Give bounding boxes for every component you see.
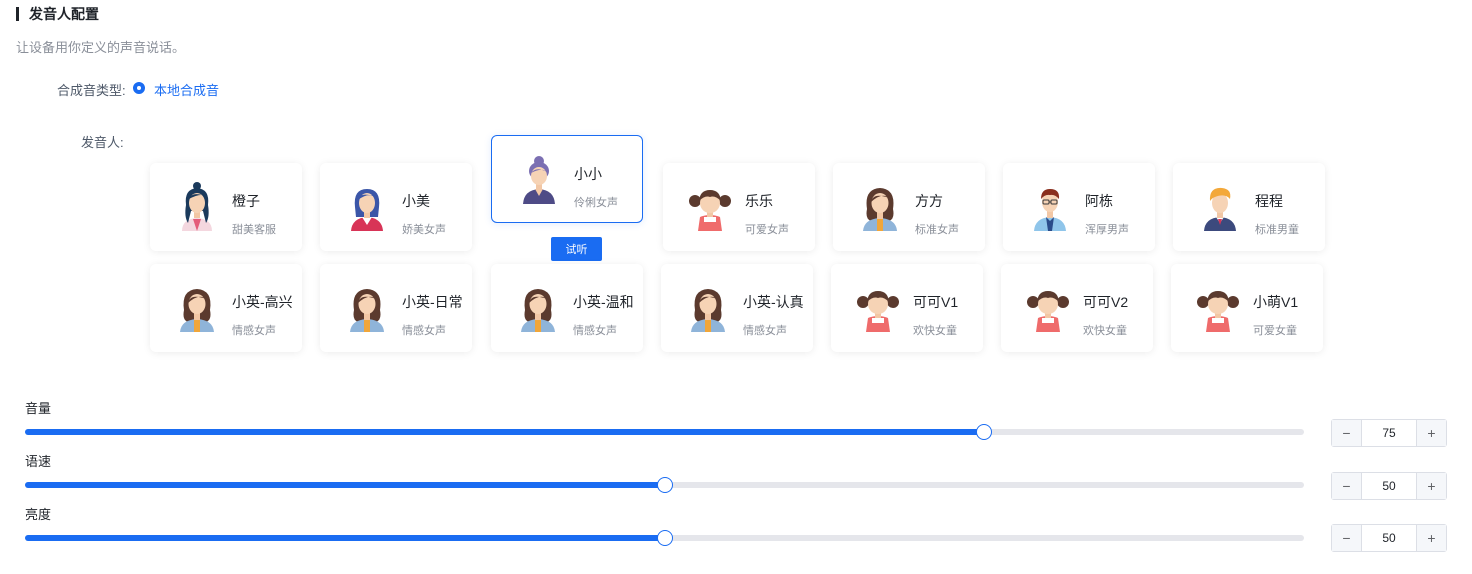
section-title: 发音人配置 bbox=[16, 5, 99, 23]
voice-card-xiaoying-daily[interactable]: 小英-日常 情感女声 bbox=[320, 264, 472, 352]
page-subtitle: 让设备用你定义的声音说话。 bbox=[16, 40, 186, 55]
speed-decrease-button[interactable]: − bbox=[1332, 473, 1362, 499]
voice-desc: 伶俐女声 bbox=[574, 197, 618, 209]
voice-card-xiaoying-gentle[interactable]: 小英-温和 情感女声 bbox=[491, 264, 643, 352]
voice-card-keke-v2[interactable]: 可可V2 欢快女童 bbox=[1001, 264, 1153, 352]
voice-desc: 情感女声 bbox=[402, 325, 446, 337]
voice-desc: 标准男童 bbox=[1255, 224, 1299, 236]
brightness-slider-fill bbox=[25, 535, 665, 541]
volume-stepper[interactable]: − + bbox=[1331, 419, 1447, 447]
voice-desc: 标准女声 bbox=[915, 224, 959, 236]
voice-name: 小小 bbox=[574, 166, 602, 182]
voice-name: 小萌V1 bbox=[1253, 294, 1299, 310]
voice-desc: 情感女声 bbox=[232, 325, 276, 337]
voice-desc: 甜美客服 bbox=[232, 224, 276, 236]
voice-desc: 娇美女声 bbox=[402, 224, 446, 236]
woman-brown-hair-avatar bbox=[172, 282, 222, 332]
volume-slider-handle[interactable] bbox=[976, 424, 993, 440]
voice-name: 小英-温和 bbox=[573, 294, 634, 310]
volume-slider-fill bbox=[25, 429, 985, 435]
speaker-label: 发音人: bbox=[81, 135, 124, 150]
woman-brown-hair-avatar bbox=[342, 282, 392, 332]
voice-card-chengcheng[interactable]: 程程 标准男童 bbox=[1173, 163, 1325, 251]
voice-name: 小英-认真 bbox=[743, 294, 804, 310]
voice-name: 乐乐 bbox=[745, 193, 773, 209]
volume-input[interactable] bbox=[1362, 420, 1416, 446]
voice-name: 程程 bbox=[1255, 193, 1283, 209]
title-accent-bar bbox=[16, 7, 19, 21]
brightness-slider[interactable] bbox=[25, 530, 1304, 546]
brightness-increase-button[interactable]: + bbox=[1416, 525, 1446, 551]
volume-slider[interactable] bbox=[25, 424, 1304, 440]
voice-name: 小美 bbox=[402, 193, 430, 209]
voice-card-xiaoying-serious[interactable]: 小英-认真 情感女声 bbox=[661, 264, 813, 352]
woman-bun-teal-avatar bbox=[172, 181, 222, 231]
voice-desc: 情感女声 bbox=[573, 325, 617, 337]
voice-card-keke-v1[interactable]: 可可V1 欢快女童 bbox=[831, 264, 983, 352]
voice-desc: 浑厚男声 bbox=[1085, 224, 1129, 236]
voice-desc: 欢快女童 bbox=[1083, 325, 1127, 337]
voice-card-fangfang[interactable]: 方方 标准女声 bbox=[833, 163, 985, 251]
voice-card-xiaoxiao-selected[interactable]: 小小 伶俐女声 bbox=[491, 135, 643, 223]
boy-blonde-avatar bbox=[1195, 181, 1245, 231]
voice-name: 小英-高兴 bbox=[232, 294, 293, 310]
volume-decrease-button[interactable]: − bbox=[1332, 420, 1362, 446]
synth-type-label: 合成音类型: bbox=[57, 83, 126, 98]
woman-brown-hair-avatar bbox=[683, 282, 733, 332]
voice-desc: 欢快女童 bbox=[913, 325, 957, 337]
voice-desc: 可爱女声 bbox=[745, 224, 789, 236]
speed-label: 语速 bbox=[25, 454, 52, 469]
brightness-input[interactable] bbox=[1362, 525, 1416, 551]
woman-brown-hair-avatar bbox=[855, 181, 905, 231]
woman-purple-bun-avatar bbox=[514, 154, 564, 204]
voice-name: 方方 bbox=[915, 193, 943, 209]
voice-name: 可可V1 bbox=[913, 294, 959, 310]
voice-card-chengzi[interactable]: 橙子 甜美客服 bbox=[150, 163, 302, 251]
voice-card-adong[interactable]: 阿栋 浑厚男声 bbox=[1003, 163, 1155, 251]
voice-card-xiaomeng-v1[interactable]: 小萌V1 可爱女童 bbox=[1171, 264, 1323, 352]
girl-pigtails-avatar bbox=[685, 181, 735, 231]
radio-dot-icon bbox=[137, 86, 141, 90]
speed-stepper[interactable]: − + bbox=[1331, 472, 1447, 500]
brightness-label: 亮度 bbox=[25, 507, 52, 522]
synth-type-radio-local[interactable] bbox=[133, 82, 145, 94]
voice-name: 小英-日常 bbox=[402, 294, 463, 310]
woman-blue-hair-avatar bbox=[342, 181, 392, 231]
voice-desc: 情感女声 bbox=[743, 325, 787, 337]
synth-type-radio-label[interactable]: 本地合成音 bbox=[154, 80, 219, 99]
brightness-decrease-button[interactable]: − bbox=[1332, 525, 1362, 551]
speed-slider-fill bbox=[25, 482, 665, 488]
volume-label: 音量 bbox=[25, 401, 52, 416]
speed-increase-button[interactable]: + bbox=[1416, 473, 1446, 499]
voice-card-lele[interactable]: 乐乐 可爱女声 bbox=[663, 163, 815, 251]
speed-input[interactable] bbox=[1362, 473, 1416, 499]
voice-name: 阿栋 bbox=[1085, 193, 1113, 209]
girl-pigtails-avatar bbox=[1023, 282, 1073, 332]
voice-desc: 可爱女童 bbox=[1253, 325, 1297, 337]
brightness-stepper[interactable]: − + bbox=[1331, 524, 1447, 552]
voice-name: 橙子 bbox=[232, 193, 260, 209]
listen-button[interactable]: 试听 bbox=[551, 237, 602, 261]
girl-pigtails-avatar bbox=[1193, 282, 1243, 332]
volume-increase-button[interactable]: + bbox=[1416, 420, 1446, 446]
girl-pigtails-avatar bbox=[853, 282, 903, 332]
voice-name: 可可V2 bbox=[1083, 294, 1129, 310]
speed-slider-handle[interactable] bbox=[656, 477, 673, 493]
speed-slider[interactable] bbox=[25, 477, 1304, 493]
page-title: 发音人配置 bbox=[29, 6, 99, 22]
woman-brown-hair-avatar bbox=[513, 282, 563, 332]
brightness-slider-handle[interactable] bbox=[656, 530, 673, 546]
voice-card-xiaomei[interactable]: 小美 娇美女声 bbox=[320, 163, 472, 251]
voice-card-xiaoying-happy[interactable]: 小英-高兴 情感女声 bbox=[150, 264, 302, 352]
man-glasses-avatar bbox=[1025, 181, 1075, 231]
